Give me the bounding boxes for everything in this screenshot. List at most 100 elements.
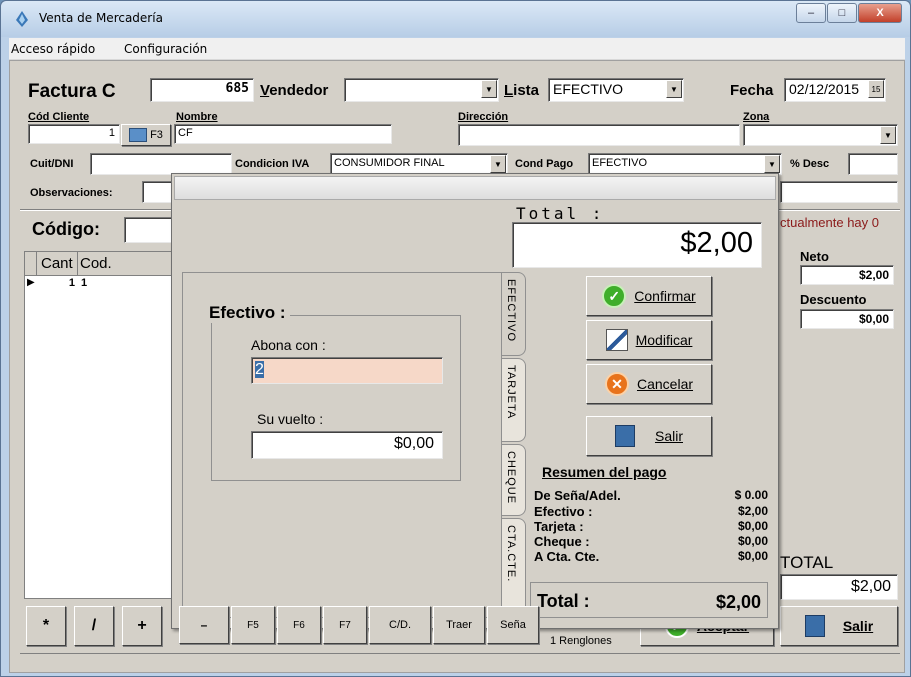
nombre-label: Nombre: [176, 111, 218, 123]
payment-dialog: Total : $2,00 Efectivo : Abona con : 2 S…: [171, 173, 779, 629]
f7-button[interactable]: F7: [323, 606, 367, 644]
stock-message: ctualmente hay 0: [780, 215, 880, 230]
status-separator: [20, 653, 900, 654]
chevron-down-icon[interactable]: ▼: [764, 155, 780, 173]
search-client-button[interactable]: F3: [121, 124, 171, 146]
vendedor-label: Vendedor: [260, 82, 329, 99]
observaciones-field-right[interactable]: [780, 181, 898, 203]
grid-header-cant: Cant: [41, 255, 73, 272]
payment-tab-panel: Efectivo : Abona con : 2 Su vuelto : $0,…: [182, 272, 502, 618]
cuit-label: Cuit/DNI: [30, 158, 74, 170]
multiply-button[interactable]: *: [26, 606, 66, 646]
resumen-row: De Seña/Adel. $ 0.00: [534, 488, 768, 503]
tab-cta-cte[interactable]: CTA.CTE.: [502, 518, 526, 618]
codigo-field[interactable]: [124, 217, 174, 243]
app-window: Venta de Mercadería – □ X Acceso rápido …: [0, 0, 911, 677]
vuelto-field: $0,00: [251, 431, 443, 459]
maximize-button[interactable]: □: [827, 3, 857, 23]
fecha-label: Fecha: [730, 82, 774, 99]
exit-door-icon: [804, 615, 825, 637]
cond-pago-select[interactable]: EFECTIVO ▼: [588, 153, 782, 175]
dialog-title-bar[interactable]: [174, 176, 776, 200]
sena-button[interactable]: Seña: [487, 606, 539, 644]
zona-select[interactable]: ▼: [743, 124, 898, 146]
grid-header: Cant Cod.: [25, 252, 183, 276]
codigo-label: Código:: [32, 219, 100, 239]
minus-button[interactable]: –: [179, 606, 229, 644]
dialog-total-label: Total :: [516, 204, 605, 223]
minimize-button[interactable]: –: [796, 3, 826, 23]
factura-label: Factura C: [28, 81, 116, 102]
cond-pago-label: Cond Pago: [515, 158, 574, 170]
tab-tarjeta[interactable]: TARJETA: [502, 358, 526, 442]
direccion-label: Dirección: [458, 111, 509, 123]
chevron-down-icon[interactable]: ▼: [490, 155, 506, 173]
desc-label: % Desc: [790, 158, 830, 170]
abona-field[interactable]: 2: [251, 357, 443, 384]
chevron-down-icon[interactable]: ▼: [666, 80, 682, 98]
tab-efectivo[interactable]: EFECTIVO: [502, 272, 526, 356]
cod-cliente-field[interactable]: 1: [28, 124, 120, 144]
plus-button[interactable]: +: [122, 606, 162, 646]
row-cant: 1: [68, 277, 75, 289]
descuento-label: Descuento: [800, 292, 867, 307]
final-total-box: Total : $2,00: [530, 582, 768, 618]
desc-field[interactable]: [848, 153, 898, 175]
zona-label: Zona: [743, 111, 770, 123]
f6-button[interactable]: F6: [277, 606, 321, 644]
total-value: $2,00: [780, 574, 898, 600]
items-grid[interactable]: Cant Cod. ▶ 1 1: [24, 251, 184, 599]
chevron-down-icon[interactable]: ▼: [481, 80, 497, 98]
close-button[interactable]: X: [858, 3, 902, 23]
resumen-row: Tarjeta : $0,00: [534, 519, 768, 534]
descuento-value: $0,00: [800, 309, 894, 329]
fecha-field[interactable]: 02/12/2015 15: [784, 78, 886, 102]
confirmar-button[interactable]: ✓ Confirmar: [586, 276, 712, 316]
resumen-row: Efectivo : $2,00: [534, 504, 768, 519]
neto-value: $2,00: [800, 265, 894, 285]
vendedor-select[interactable]: ▼: [344, 78, 499, 102]
modificar-button[interactable]: Modificar: [586, 320, 712, 360]
resumen-title: Resumen del pago: [542, 464, 667, 480]
calendar-icon[interactable]: 15: [868, 80, 884, 98]
resumen-row: Cheque : $0,00: [534, 534, 768, 549]
app-icon: [16, 11, 28, 27]
resumen-list: De Seña/Adel. $ 0.00 Efectivo : $2,00 Tarj…: [534, 488, 768, 578]
check-icon: ✓: [602, 284, 627, 308]
chevron-down-icon[interactable]: ▼: [880, 126, 896, 144]
cuit-field[interactable]: [90, 153, 232, 175]
exit-door-icon: [614, 425, 635, 447]
lista-select[interactable]: EFECTIVO ▼: [548, 78, 684, 102]
lista-label: Lista: [504, 82, 540, 99]
direccion-field[interactable]: [458, 124, 740, 146]
title-bar[interactable]: Venta de Mercadería – □ X: [1, 1, 910, 37]
menu-bar: Acceso rápido Configuración: [9, 38, 905, 60]
renglones-count: 1 Renglones: [550, 635, 612, 647]
f5-button[interactable]: F5: [231, 606, 275, 644]
pencil-icon: [605, 329, 628, 351]
window-title: Venta de Mercadería: [39, 11, 163, 25]
menu-acceso-rapido[interactable]: Acceso rápido: [11, 42, 95, 56]
resumen-row: A Cta. Cte. $0,00: [534, 549, 768, 564]
final-total-value: $2,00: [715, 592, 761, 612]
factura-number-field[interactable]: 685: [150, 78, 254, 102]
contact-card-icon: [129, 128, 148, 142]
cond-iva-label: Condicion IVA: [235, 158, 310, 170]
cancel-icon: ✕: [604, 372, 629, 396]
cd-button[interactable]: C/D.: [369, 606, 431, 644]
tab-cheque[interactable]: CHEQUE: [502, 444, 526, 516]
cond-iva-select[interactable]: CONSUMIDOR FINAL ▼: [330, 153, 508, 175]
nombre-field[interactable]: CF: [174, 124, 392, 144]
salir-dialog-button[interactable]: Salir: [586, 416, 712, 456]
efectivo-title: Efectivo :: [209, 303, 290, 323]
vuelto-label: Su vuelto :: [257, 411, 324, 427]
table-row[interactable]: ▶ 1 1: [25, 277, 183, 291]
cancelar-button[interactable]: ✕ Cancelar: [586, 364, 712, 404]
menu-configuracion[interactable]: Configuración: [124, 42, 207, 56]
divide-button[interactable]: /: [74, 606, 114, 646]
observaciones-label: Observaciones:: [30, 187, 113, 199]
salir-main-button[interactable]: Salir: [780, 606, 898, 646]
dialog-total-amount: $2,00: [512, 222, 762, 268]
row-pointer-icon: ▶: [27, 277, 35, 288]
traer-button[interactable]: Traer: [433, 606, 485, 644]
